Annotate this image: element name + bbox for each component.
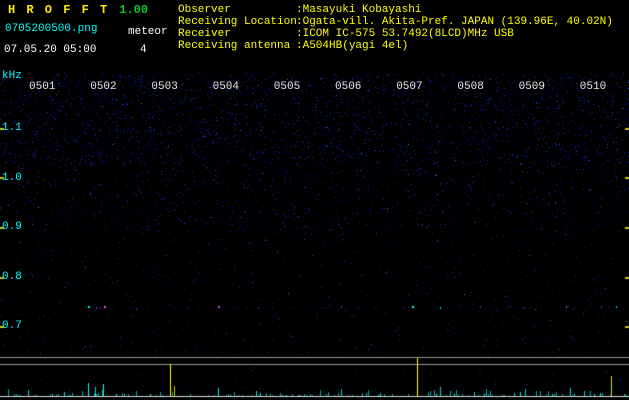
- y-tick-label-1.1: 1.1: [2, 122, 22, 134]
- y-tick-label-0.7: 0.7: [2, 320, 22, 332]
- info-label: Observer: [178, 4, 231, 16]
- x-tick-label-0503: 0503: [151, 81, 178, 93]
- x-tick-label-0510: 0510: [579, 81, 607, 93]
- info-value: Ogata-vill. Akita-Pref. JAPAN (139.96E, …: [302, 16, 613, 28]
- x-tick-label-0509: 0509: [518, 81, 545, 93]
- app-version: 1.00: [119, 3, 149, 17]
- info-colon: :: [296, 16, 303, 28]
- x-tick-label-0507: 0507: [396, 81, 423, 93]
- info-row-1: Receiving Location: Ogata-vill. Akita-Pr…: [178, 16, 613, 28]
- mode-label: meteor: [128, 26, 168, 38]
- x-tick-label-0508: 0508: [457, 81, 484, 93]
- info-label: Receiver: [178, 28, 231, 40]
- info-row-3: Receiving antenna: A504HB(yagi 4el): [178, 40, 613, 52]
- info-value: A504HB(yagi 4el): [302, 40, 409, 52]
- app-title: H R O F F T 1.00: [8, 3, 148, 17]
- info-label: Receiving antenna: [178, 40, 291, 52]
- info-colon: :: [296, 28, 303, 40]
- info-row-2: Receiver: ICOM IC-575 53.7492(8LCD)MHz U…: [178, 28, 613, 40]
- output-filename: 0705200500.png: [5, 23, 98, 35]
- info-value: ICOM IC-575 53.7492(8LCD)MHz USB: [302, 28, 514, 40]
- info-colon: :: [296, 40, 303, 52]
- info-colon: :: [296, 4, 303, 16]
- info-value: Masayuki Kobayashi: [302, 4, 422, 16]
- station-info: Observer: Masayuki Kobayashi Receiving Lo…: [178, 4, 613, 52]
- x-tick-label-0504: 0504: [212, 81, 239, 93]
- app-title-text: H R O F F T: [8, 3, 110, 17]
- y-tick-label-0.9: 0.9: [2, 221, 22, 233]
- hrofft-output: H R O F F T 1.00 0705200500.png meteor 07…: [0, 0, 629, 400]
- x-tick-label-0505: 0505: [273, 81, 301, 93]
- observation-datetime: 07.05.20 05:00: [4, 44, 97, 56]
- info-row-0: Observer: Masayuki Kobayashi: [178, 4, 613, 16]
- spectrogram-canvas: [0, 0, 629, 400]
- info-label: Receiving Location: [178, 16, 297, 28]
- x-tick-label-0501: 0501: [29, 81, 56, 93]
- x-tick-label-0506: 0506: [335, 81, 362, 93]
- y-axis-unit-label: kHz: [2, 70, 22, 82]
- x-tick-label-0502: 0502: [90, 81, 117, 93]
- echo-count: 4: [140, 44, 147, 56]
- y-tick-label-1.0: 1.0: [2, 171, 22, 184]
- y-tick-label-0.8: 0.8: [2, 270, 22, 283]
